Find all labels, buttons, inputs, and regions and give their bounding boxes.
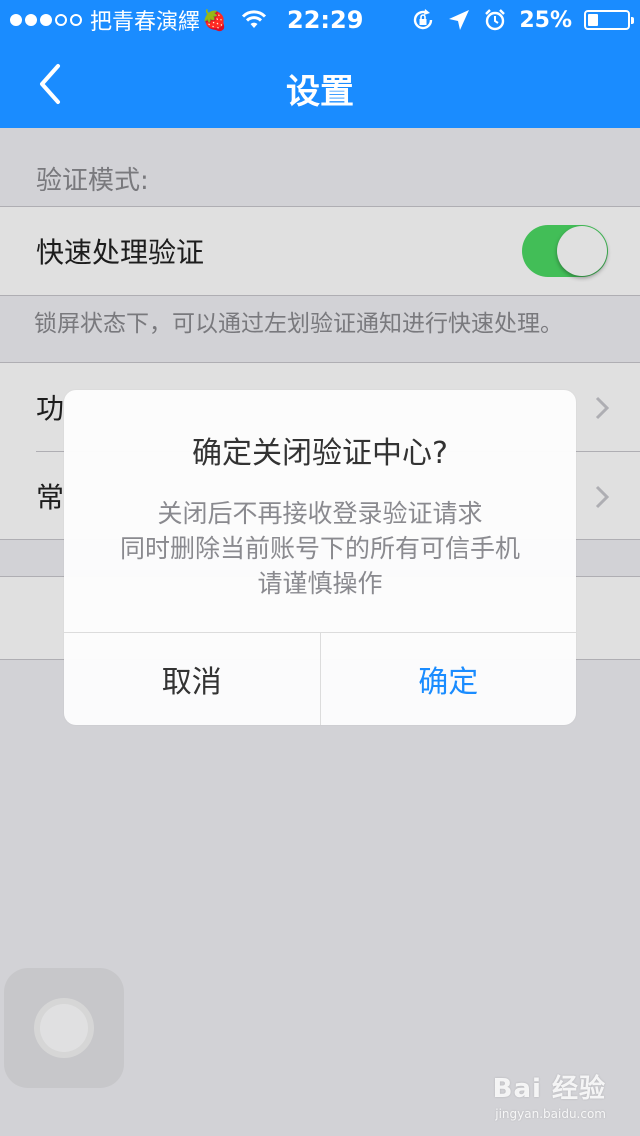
- confirm-button[interactable]: 确定: [321, 633, 577, 725]
- dialog-buttons: 取消 确定: [64, 632, 576, 725]
- location-arrow-icon: [449, 10, 470, 30]
- status-time: 22:29: [287, 6, 364, 34]
- watermark-logo: Bai 经验: [492, 1074, 606, 1104]
- dialog-message-line: 请谨慎操作: [257, 569, 383, 598]
- rotation-lock-icon: [414, 9, 433, 30]
- wifi-icon: [241, 10, 266, 28]
- page-title: 设置: [286, 72, 354, 112]
- alarm-clock-icon: [485, 9, 506, 31]
- battery-level: [588, 14, 598, 26]
- baidu-jingyan-watermark: Bai 经验 jingyan.baidu.com: [493, 1068, 606, 1121]
- battery-percent: 25%: [519, 7, 572, 33]
- status-bar: 把青春演繹 🍓 22:29 25%: [0, 0, 640, 40]
- navigation-bar: 设置: [0, 40, 640, 128]
- strawberry-emoji: 🍓: [202, 8, 227, 32]
- battery-icon: [584, 10, 634, 30]
- carrier-name: 把青春演繹: [90, 10, 201, 35]
- dialog-message-line: 关闭后不再接收登录验证请求: [157, 499, 483, 528]
- assistive-touch-button[interactable]: [4, 968, 124, 1088]
- confirm-dialog: 确定关闭验证中心? 关闭后不再接收登录验证请求 同时删除当前账号下的所有可信手机…: [64, 390, 576, 725]
- signal-strength-icon: [10, 14, 82, 26]
- dialog-message: 关闭后不再接收登录验证请求 同时删除当前账号下的所有可信手机 请谨慎操作: [64, 496, 576, 601]
- dialog-message-line: 同时删除当前账号下的所有可信手机: [119, 534, 520, 563]
- dialog-title: 确定关闭验证中心?: [192, 436, 448, 471]
- watermark-url: jingyan.baidu.com: [495, 1107, 606, 1121]
- assistive-touch-icon: [34, 998, 94, 1058]
- cancel-button[interactable]: 取消: [64, 633, 321, 725]
